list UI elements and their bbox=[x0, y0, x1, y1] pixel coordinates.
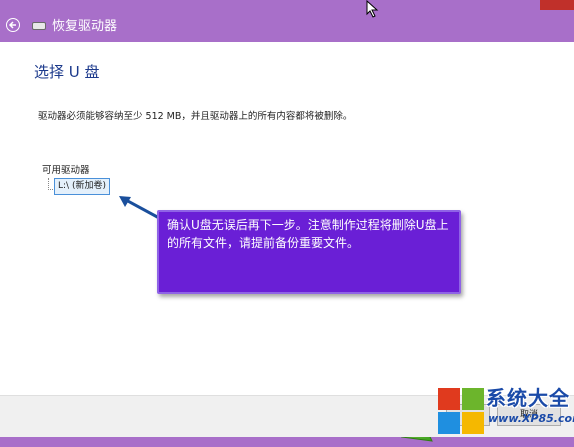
watermark-name: 系统大全 bbox=[486, 386, 570, 410]
watermark-logo-icon bbox=[438, 388, 484, 434]
available-drives-label: 可用驱动器 bbox=[42, 165, 90, 176]
close-button[interactable] bbox=[540, 0, 574, 10]
watermark-url: www.XP85.com bbox=[488, 412, 574, 425]
watermark: 系统大全 www.XP85.com bbox=[436, 384, 574, 437]
tip-callout-text: 确认U盘无误后再下一步。注意制作过程将删除U盘上的所有文件，请提前备份重要文件。 bbox=[167, 218, 449, 250]
description-text: 驱动器必须能够容纳至少 512 MB，并且驱动器上的所有内容都将被删除。 bbox=[38, 111, 353, 122]
back-button[interactable] bbox=[6, 18, 20, 32]
page-title: 选择 U 盘 bbox=[34, 63, 100, 81]
drive-list-item[interactable]: L:\ (新加卷) bbox=[54, 178, 110, 195]
drive-icon bbox=[32, 22, 46, 30]
mouse-cursor-icon bbox=[366, 0, 379, 18]
back-arrow-icon bbox=[8, 21, 16, 29]
window-title: 恢复驱动器 bbox=[52, 19, 118, 34]
title-bar: 恢复驱动器 bbox=[0, 0, 574, 42]
main-content: 选择 U 盘 驱动器必须能够容纳至少 512 MB，并且驱动器上的所有内容都将被… bbox=[0, 42, 574, 442]
tip-callout: 确认U盘无误后再下一步。注意制作过程将删除U盘上的所有文件，请提前备份重要文件。 bbox=[157, 210, 461, 294]
